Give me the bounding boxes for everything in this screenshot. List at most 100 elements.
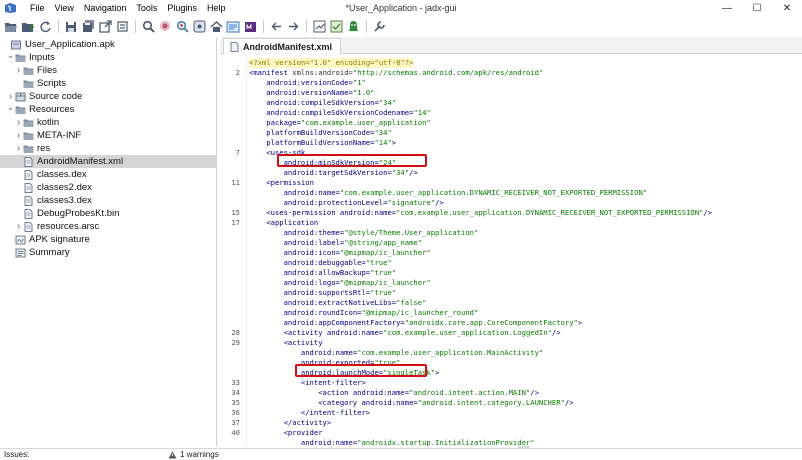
code-token: "14" xyxy=(413,108,431,117)
code-token: "@style/Theme.User_application" xyxy=(344,228,479,237)
code-token: "androidx.core.app.CoreComponentFactory" xyxy=(404,318,578,327)
code-token: > xyxy=(435,368,440,377)
code-token: android:logo= xyxy=(283,278,340,287)
code-line: <activity xyxy=(284,338,323,348)
tree-item[interactable]: ⌄ Inputs xyxy=(0,50,217,64)
tree-item[interactable]: User_Application.apk xyxy=(0,38,217,51)
code-token: android:appComponentFactory= xyxy=(283,318,405,327)
warnings-count: 1 warnings xyxy=(180,450,219,459)
find-usage-icon[interactable] xyxy=(174,19,190,35)
line-number: 33 xyxy=(231,378,240,387)
code-line: <?xml version="1.0" encoding="utf-8"?> xyxy=(249,58,414,68)
tree-item[interactable]: ⌄ Resources xyxy=(0,102,217,116)
close-button[interactable]: ✕ xyxy=(772,0,802,16)
code-line: android:allowBackup="true" xyxy=(284,268,397,278)
code-editor[interactable]: 2 7 11 15 17 28 29 33 34 35 36 37 40 <?xml version="… xyxy=(220,55,802,446)
highlight-launch-mode xyxy=(295,364,427,377)
forward-icon[interactable] xyxy=(285,19,301,35)
code-line: android:theme="@style/Theme.User_applica… xyxy=(284,228,479,238)
flatten-packages-icon[interactable] xyxy=(114,19,130,35)
tree-item[interactable]: AndroidManifest.xml xyxy=(0,155,217,168)
tree-item-label: resources.arsc xyxy=(37,221,100,232)
home-icon[interactable] xyxy=(208,19,224,35)
menu-file[interactable]: File xyxy=(25,0,50,16)
plugins-icon[interactable] xyxy=(345,19,361,35)
chevron-right-icon[interactable]: › xyxy=(14,221,23,232)
code-token: "14" xyxy=(374,138,392,147)
tree-item[interactable]: › Source code xyxy=(0,90,217,103)
folder-icon xyxy=(15,105,26,115)
save-icon[interactable] xyxy=(63,19,79,35)
tree-item[interactable]: Summary xyxy=(0,246,217,259)
tree-item[interactable]: › META-INF xyxy=(0,129,217,142)
tree-item[interactable]: classes2.dex xyxy=(0,181,217,194)
code-line: <intent-filter> xyxy=(301,378,366,388)
quark-icon[interactable] xyxy=(311,19,327,35)
save-all-icon[interactable] xyxy=(80,19,96,35)
menu-tools[interactable]: Tools xyxy=(131,0,162,16)
chevron-right-icon[interactable]: › xyxy=(14,143,23,154)
chevron-right-icon[interactable]: › xyxy=(6,91,15,102)
chevron-right-icon[interactable]: › xyxy=(14,65,23,76)
deobfuscation-icon[interactable] xyxy=(328,19,344,35)
line-number: 40 xyxy=(231,428,240,437)
line-number: 37 xyxy=(231,418,240,427)
tree-item[interactable]: Scripts xyxy=(0,77,217,90)
chevron-down-icon[interactable]: ⌄ xyxy=(6,102,15,112)
menu-help[interactable]: Help xyxy=(202,0,231,16)
tree-item[interactable]: › resources.arsc xyxy=(0,220,217,233)
line-number: 29 xyxy=(231,338,240,347)
chevron-right-icon[interactable]: › xyxy=(14,117,23,128)
log-viewer-icon[interactable] xyxy=(225,19,241,35)
menu-plugins[interactable]: Plugins xyxy=(162,0,202,16)
tree-item[interactable]: classes.dex xyxy=(0,168,217,181)
warnings-indicator[interactable]: 1 warnings xyxy=(168,450,219,459)
sync-icon[interactable] xyxy=(37,19,53,35)
find-class-icon[interactable] xyxy=(157,19,173,35)
code-token: android:theme= xyxy=(283,228,345,237)
code-line: android:debuggable="true" xyxy=(284,258,392,268)
add-files-icon[interactable] xyxy=(20,19,36,35)
code-line: android:roundIcon="@mipmap/ic_launcher_r… xyxy=(284,308,479,318)
code-token: "com.example.user_application.LoggedIn" xyxy=(383,328,552,337)
chevron-right-icon[interactable]: › xyxy=(14,130,23,141)
code-token: android:extractNativeLibs= xyxy=(283,298,397,307)
menu-navigation[interactable]: Navigation xyxy=(79,0,132,16)
tree-item[interactable]: classes3.dex xyxy=(0,194,217,207)
chevron-down-icon[interactable]: ⌄ xyxy=(6,50,15,60)
code-token: /> xyxy=(435,198,444,207)
maximize-button[interactable]: ☐ xyxy=(742,0,772,16)
code-line: android:supportsRtl="true" xyxy=(284,288,397,298)
code-area[interactable]: <?xml version="1.0" encoding="utf-8"?> <m… xyxy=(249,55,802,446)
smali-icon[interactable] xyxy=(242,19,258,35)
minimize-button[interactable]: — xyxy=(712,0,742,16)
preferences-icon[interactable] xyxy=(371,19,387,35)
tree-item[interactable]: › kotlin xyxy=(0,116,217,129)
code-token: android:roundIcon= xyxy=(283,308,362,317)
tree-item[interactable]: APK signature xyxy=(0,233,217,246)
code-line: platformBuildVersionName="14"> xyxy=(266,138,396,148)
tree-item-label: Resources xyxy=(29,104,75,115)
code-token: <provider xyxy=(283,428,323,437)
back-icon[interactable] xyxy=(268,19,284,35)
export-icon[interactable] xyxy=(97,19,113,35)
file-icon xyxy=(23,156,34,167)
tree-item[interactable]: DebugProbesKt.bin xyxy=(0,207,217,220)
code-token: android:debuggable= xyxy=(283,258,366,267)
code-token: "34" xyxy=(374,128,392,137)
tree-item-label: Scripts xyxy=(37,78,67,89)
tree-item[interactable]: › Files xyxy=(0,64,217,77)
open-file-icon[interactable] xyxy=(3,19,19,35)
line-number: 35 xyxy=(231,398,240,407)
code-token: android:compileSdkVersionCodename= xyxy=(266,108,414,117)
go-to-main-icon[interactable] xyxy=(191,19,207,35)
menu-view[interactable]: View xyxy=(50,0,79,16)
tree-item[interactable]: › res xyxy=(0,142,217,155)
tab-androidmanifest[interactable]: AndroidManifest.xml xyxy=(223,38,342,54)
window-controls: — ☐ ✕ xyxy=(712,0,802,16)
code-token: <uses-permission xyxy=(266,208,340,217)
search-icon[interactable] xyxy=(140,19,156,35)
